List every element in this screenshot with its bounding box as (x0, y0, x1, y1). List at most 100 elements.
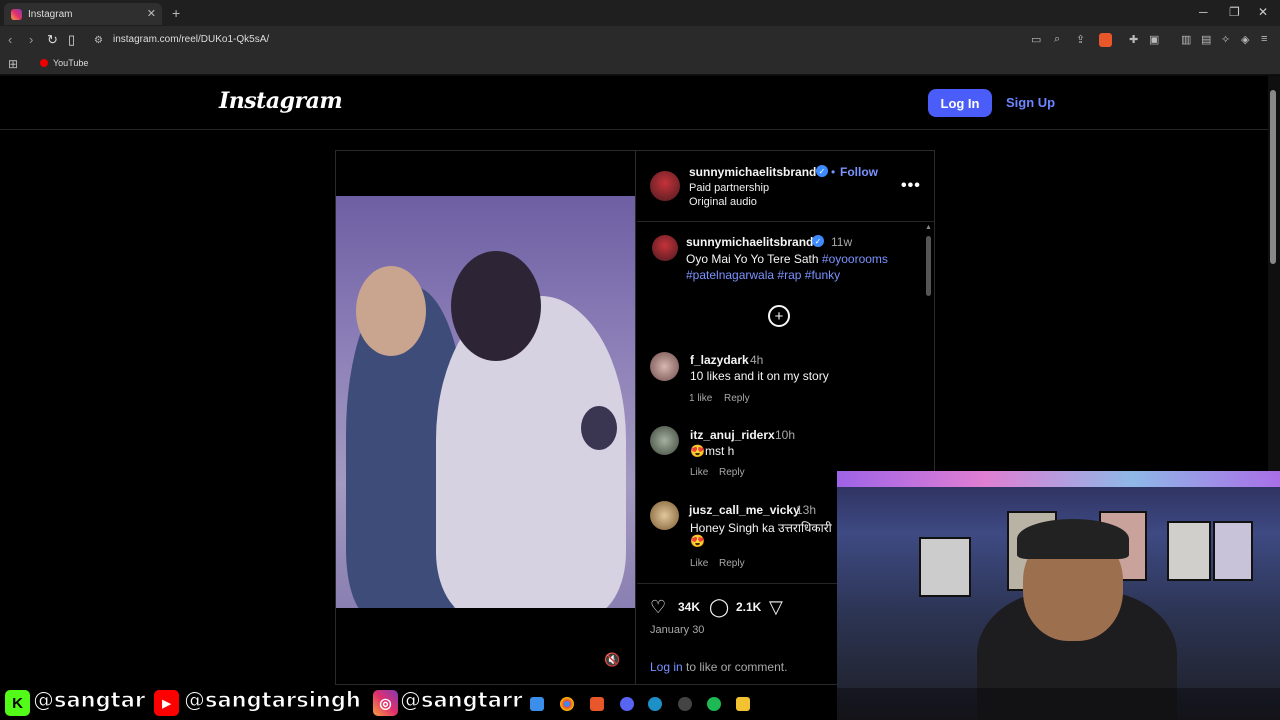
caption-verified-icon: ✓ (812, 235, 824, 247)
browser-tab[interactable]: Instagram ✕ (4, 3, 162, 25)
caption-time[interactable]: 11w (831, 235, 852, 249)
follow-button[interactable]: Follow (840, 165, 878, 179)
site-info-icon[interactable]: ⚙ (94, 35, 103, 46)
cast-icon[interactable]: ▭ (1031, 33, 1041, 46)
bookmark-icon[interactable]: ▯ (68, 32, 75, 48)
comment-text: 10 likes and it on my story (690, 369, 829, 383)
like-count[interactable]: 34K (678, 600, 700, 614)
vpn-icon[interactable]: ◈ (1241, 33, 1249, 46)
tab-title: Instagram (28, 8, 73, 20)
load-more-comments-icon[interactable]: + (768, 305, 790, 327)
file-explorer-icon[interactable] (736, 697, 750, 711)
windows-start-icon[interactable] (530, 697, 544, 711)
verified-badge-icon: ✓ (816, 165, 828, 177)
tab-search-icon[interactable]: ▣ (1149, 33, 1159, 46)
menu-icon[interactable]: ≡ (1261, 33, 1267, 45)
comment-like-button[interactable]: Like (690, 558, 708, 569)
like-heart-icon[interactable]: ♡ (650, 597, 666, 618)
wall-poster (1167, 521, 1211, 581)
kick-handle: @sangtar (32, 688, 146, 713)
more-options-icon[interactable]: ••• (901, 177, 921, 195)
bookmarks-bar (0, 54, 1280, 75)
comment-avatar[interactable] (650, 426, 679, 455)
app-icon[interactable] (678, 697, 692, 711)
chrome-icon[interactable] (560, 697, 574, 711)
brave-icon[interactable] (590, 697, 604, 711)
login-prompt: Log in to like or comment. (650, 660, 787, 674)
webcam-feed (837, 471, 1280, 720)
hashtag-link[interactable]: #patelnagarwala (686, 268, 774, 282)
hashtag-link[interactable]: #rap (777, 268, 801, 282)
bookmark-youtube[interactable]: YouTube (40, 58, 88, 68)
original-audio-link[interactable]: Original audio (689, 196, 757, 208)
author-avatar[interactable] (650, 171, 680, 201)
comment-likes[interactable]: 1 like (689, 393, 712, 404)
share-send-icon[interactable]: ▽ (769, 597, 783, 618)
reload-icon[interactable]: ↻ (47, 32, 58, 48)
instagram-favicon-icon (11, 8, 22, 20)
login-prompt-link[interactable]: Log in (650, 660, 683, 674)
follow-separator: • (831, 165, 836, 179)
comment-bubble-icon[interactable]: ◯ (709, 597, 729, 618)
post-date[interactable]: January 30 (650, 624, 704, 636)
forward-icon[interactable]: › (29, 32, 33, 47)
leo-ai-icon[interactable]: ✧ (1221, 33, 1230, 46)
sidebar-scroll-up-icon[interactable]: ▲ (925, 224, 932, 231)
comment-username[interactable]: itz_anuj_riderx (690, 428, 775, 442)
window-close-icon[interactable]: ✕ (1258, 5, 1268, 19)
caption-text: Oyo Mai Yo Yo Tere Sath #oyoorooms #pate… (686, 251, 906, 283)
tab-close-icon[interactable]: ✕ (147, 7, 156, 20)
comment-avatar[interactable] (650, 501, 679, 530)
comment-text: 😍mst h (690, 444, 735, 458)
comment-count[interactable]: 2.1K (736, 600, 761, 614)
comment-time[interactable]: 10h (775, 428, 795, 442)
youtube-icon (40, 59, 48, 67)
url-field[interactable]: instagram.com/reel/DUKo1-Qk5sA/ (113, 34, 269, 45)
person-right-head (451, 251, 541, 361)
hashtag-link[interactable]: #funky (805, 268, 840, 282)
comment-reply-link[interactable]: Reply (719, 558, 745, 569)
apps-grid-icon[interactable]: ⊞ (8, 57, 18, 71)
login-prompt-text: to like or comment. (682, 660, 788, 674)
hashtag-link[interactable]: #oyoorooms (822, 252, 888, 266)
sidebar-icon[interactable]: ▥ (1181, 33, 1191, 46)
wallet-icon[interactable]: ▤ (1201, 33, 1211, 46)
comment-reply-link[interactable]: Reply (719, 467, 745, 478)
comment-time[interactable]: 4h (750, 353, 763, 367)
wall-poster (919, 537, 971, 597)
comment-emoji: 😍 (690, 534, 705, 548)
brave-shield-icon[interactable] (1099, 33, 1112, 47)
restore-icon[interactable]: ❐ (1229, 5, 1240, 19)
comment-like-button[interactable]: Like (690, 467, 708, 478)
page-scrollbar-thumb[interactable] (1270, 90, 1276, 264)
spotify-icon[interactable] (707, 697, 721, 711)
comment-username[interactable]: jusz_call_me_vicky (689, 503, 800, 517)
extensions-icon[interactable]: ✚ (1129, 33, 1138, 46)
sidebar-scrollbar-thumb[interactable] (926, 236, 931, 296)
actions-divider (637, 583, 837, 584)
comment-time[interactable]: 13h (796, 503, 816, 517)
login-button[interactable]: Log In (928, 89, 992, 117)
youtube-handle: @sangtarsingh (184, 688, 362, 713)
comment-avatar[interactable] (650, 352, 679, 381)
instagram-logo[interactable]: Instagram (219, 88, 343, 114)
paid-partnership-label[interactable]: Paid partnership (689, 182, 769, 194)
streamer-beanie (1017, 519, 1129, 559)
nav-divider (0, 129, 1268, 130)
reel-video-frame[interactable] (336, 196, 635, 608)
new-tab-icon[interactable]: + (172, 5, 180, 21)
author-username[interactable]: sunnymichaelitsbrand (689, 165, 816, 179)
signup-link[interactable]: Sign Up (1006, 95, 1055, 110)
share-icon[interactable]: ⇪ (1076, 33, 1085, 46)
comment-username[interactable]: f_lazydark (690, 353, 749, 367)
discord-icon[interactable] (620, 697, 634, 711)
caption-username[interactable]: sunnymichaelitsbrand (686, 235, 813, 249)
comment-reply-link[interactable]: Reply (724, 393, 750, 404)
edge-icon[interactable] (648, 697, 662, 711)
minimize-icon[interactable]: ─ (1199, 5, 1208, 19)
zoom-icon[interactable]: ⌕ (1054, 33, 1060, 46)
mute-icon[interactable]: 🔇 (604, 652, 620, 668)
caption-avatar[interactable] (652, 235, 678, 261)
back-icon[interactable]: ‹ (8, 32, 12, 47)
instagram-logo-icon: ◎ (373, 690, 398, 716)
